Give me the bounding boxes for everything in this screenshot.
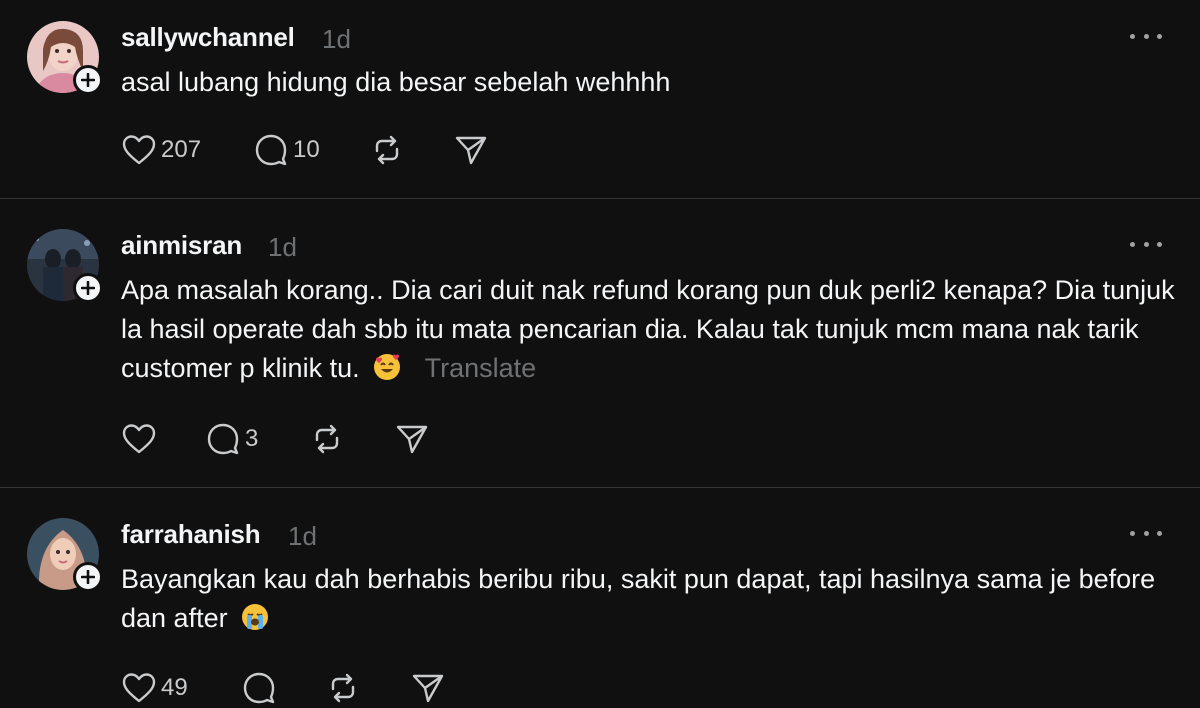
avatar[interactable]: [27, 21, 103, 95]
username[interactable]: sallywchannel: [121, 22, 295, 53]
dot-icon: [1130, 241, 1135, 247]
post-farrahanish: farrahanish 1d Bayangkan kau dah berhabi…: [0, 488, 1200, 705]
like-button[interactable]: 207: [121, 130, 201, 170]
timestamp[interactable]: 1d: [322, 24, 351, 55]
share-button[interactable]: [394, 419, 430, 459]
send-icon: [455, 136, 487, 165]
plus-icon: [81, 73, 95, 87]
follow-button[interactable]: [73, 65, 103, 95]
repost-icon: [331, 673, 355, 703]
reply-button[interactable]: 10: [253, 130, 320, 170]
post-text: asal lubang hidung dia besar sebelah weh…: [121, 63, 1181, 102]
post-text-content: Bayangkan kau dah berhabis beribu ribu, …: [121, 564, 1156, 633]
username[interactable]: farrahanish: [121, 519, 261, 550]
comment-icon: [255, 134, 287, 166]
repost-button[interactable]: [369, 130, 405, 170]
like-button[interactable]: [121, 419, 161, 459]
smiling-face-with-hearts-emoji-icon: [374, 354, 401, 380]
timestamp[interactable]: 1d: [268, 232, 297, 263]
repost-icon: [315, 424, 339, 454]
reply-count: 10: [293, 136, 320, 163]
dot-icon: [1157, 33, 1162, 39]
reply-button[interactable]: [241, 668, 281, 708]
post-ainmisran: ainmisran 1d Apa masalah korang.. Dia ca…: [0, 199, 1200, 487]
dot-icon: [1130, 530, 1135, 536]
follow-button[interactable]: [73, 562, 103, 592]
post-sallywchannel: sallywchannel 1d asal lubang hidung dia …: [0, 0, 1200, 198]
dot-icon: [1143, 241, 1149, 247]
more-options-button[interactable]: [1130, 234, 1162, 254]
dot-icon: [1157, 241, 1162, 247]
plus-icon: [81, 281, 95, 295]
username[interactable]: ainmisran: [121, 230, 242, 261]
comment-icon: [207, 423, 239, 455]
avatar[interactable]: [27, 229, 103, 303]
dot-icon: [1130, 33, 1135, 39]
follow-button[interactable]: [73, 273, 103, 303]
reply-count: 3: [245, 425, 259, 452]
heart-icon: [122, 424, 156, 454]
dot-icon: [1157, 530, 1162, 536]
send-icon: [412, 674, 444, 703]
send-icon: [396, 425, 428, 454]
heart-icon: [122, 673, 156, 703]
dot-icon: [1143, 530, 1149, 536]
post-text-content: asal lubang hidung dia besar sebelah weh…: [121, 67, 671, 97]
more-options-button[interactable]: [1130, 26, 1162, 46]
post-text-content: Apa masalah korang.. Dia cari duit nak r…: [121, 275, 1175, 383]
dot-icon: [1143, 33, 1149, 39]
repost-button[interactable]: [309, 419, 345, 459]
post-text: Apa masalah korang.. Dia cari duit nak r…: [121, 271, 1181, 388]
comment-icon: [243, 672, 275, 704]
loudly-crying-face-emoji-icon: [242, 604, 269, 630]
like-button[interactable]: 49: [121, 668, 188, 708]
more-options-button[interactable]: [1130, 523, 1162, 543]
repost-icon: [375, 135, 399, 165]
share-button[interactable]: [453, 130, 489, 170]
repost-button[interactable]: [325, 668, 361, 708]
share-button[interactable]: [410, 668, 446, 708]
translate-link[interactable]: Translate: [425, 353, 537, 383]
avatar[interactable]: [27, 518, 103, 592]
post-text: Bayangkan kau dah berhabis beribu ribu, …: [121, 560, 1181, 638]
plus-icon: [81, 570, 95, 584]
like-count: 207: [161, 136, 202, 163]
timestamp[interactable]: 1d: [288, 521, 317, 552]
heart-icon: [122, 135, 156, 165]
like-count: 49: [161, 674, 188, 701]
reply-button[interactable]: 3: [205, 419, 258, 459]
